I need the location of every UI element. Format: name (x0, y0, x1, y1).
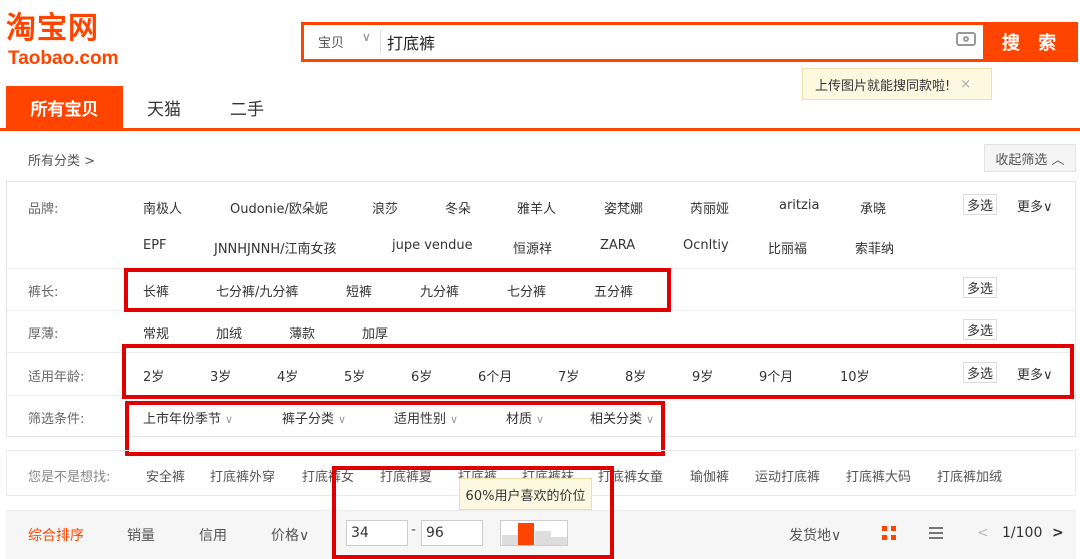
conditions-highlight-box (125, 401, 665, 456)
brand-label: 品牌: (28, 202, 59, 217)
brand-option[interactable]: 承晓 (860, 198, 886, 217)
length-label: 裤长: (28, 285, 59, 300)
suggestion-link[interactable]: 打底裤大码 (846, 466, 911, 485)
brand-multi-select-button[interactable]: 多选 (963, 194, 997, 215)
taobao-logo-en[interactable]: Taobao.com (8, 49, 119, 69)
tab-second-hand[interactable]: 二手 (230, 95, 264, 120)
sort-sales[interactable]: 销量 (127, 525, 155, 545)
prev-page-button[interactable]: < (977, 525, 989, 541)
suggestion-link[interactable]: 运动打底裤 (755, 466, 820, 485)
brand-option[interactable]: 恒源祥 (513, 238, 552, 257)
brand-option[interactable]: 雅羊人 (517, 198, 556, 217)
sort-credit[interactable]: 信用 (199, 525, 227, 545)
all-categories-link[interactable]: 所有分类 > (28, 150, 95, 169)
thickness-option[interactable]: 加厚 (362, 323, 388, 342)
tooltip-text: 上传图片就能搜同款啦! (815, 78, 951, 94)
search-input[interactable] (387, 28, 947, 56)
suggestion-link[interactable]: 安全裤 (146, 466, 185, 485)
length-highlight-box (124, 268, 671, 312)
next-page-button[interactable]: > (1052, 525, 1064, 541)
brand-option[interactable]: 姿梵娜 (604, 198, 643, 217)
age-label: 适用年龄: (28, 370, 85, 385)
brand-option[interactable]: EPF (143, 238, 167, 253)
brand-option[interactable]: 冬朵 (445, 198, 471, 217)
taobao-logo[interactable]: 淘宝网 (6, 12, 99, 46)
brand-option[interactable]: aritzia (779, 198, 819, 213)
search-category-select[interactable]: 宝贝 (318, 32, 344, 51)
grid-view-icon[interactable] (882, 526, 896, 540)
brand-more-button[interactable]: 更多∨ (1017, 196, 1053, 215)
search-separator (380, 30, 381, 54)
tabs-underline (0, 128, 1080, 131)
camera-icon[interactable] (956, 32, 976, 46)
ship-from-dropdown[interactable]: 发货地∨ (789, 525, 841, 545)
page-indicator: 1/100 (1002, 525, 1043, 541)
brand-option[interactable]: Ocnltiy (683, 238, 729, 253)
thickness-option[interactable]: 常规 (143, 323, 169, 342)
image-search-tooltip: 上传图片就能搜同款啦! × (802, 68, 992, 100)
suggestion-link[interactable]: 瑜伽裤 (690, 466, 729, 485)
brand-option[interactable]: Oudonie/欧朵妮 (230, 198, 328, 217)
collapse-filters-button[interactable]: 收起筛选 ︿ (984, 144, 1076, 172)
suggestion-label: 您是不是想找: (28, 470, 111, 485)
thickness-option[interactable]: 薄款 (289, 323, 315, 342)
length-multi-select-button[interactable]: 多选 (963, 277, 997, 298)
search-button[interactable]: 搜 索 (986, 22, 1078, 62)
conditions-label: 筛选条件: (28, 412, 85, 427)
chevron-down-icon[interactable]: ∨ (362, 30, 371, 44)
suggestion-link[interactable]: 打底裤加绒 (937, 466, 1002, 485)
price-highlight-box (332, 466, 614, 559)
brand-option[interactable]: 索菲纳 (855, 238, 894, 257)
thickness-option[interactable]: 加绒 (216, 323, 242, 342)
brand-option[interactable]: 南极人 (143, 198, 182, 217)
brand-option[interactable]: 比丽福 (768, 238, 807, 257)
brand-option[interactable]: JNNHJNNH/江南女孩 (214, 238, 337, 257)
brand-option[interactable]: ZARA (600, 238, 635, 253)
age-highlight-box (122, 344, 1074, 399)
tab-tmall[interactable]: 天猫 (147, 95, 181, 120)
suggestion-link[interactable]: 打底裤外穿 (210, 466, 275, 485)
close-icon[interactable]: × (960, 77, 971, 92)
sort-price[interactable]: 价格∨ (271, 525, 309, 545)
list-view-icon[interactable] (929, 527, 943, 539)
category-bar (6, 132, 1076, 182)
brand-option[interactable]: 芮丽娅 (690, 198, 729, 217)
tab-all-items[interactable]: 所有宝贝 (6, 86, 123, 128)
sort-default[interactable]: 综合排序 (28, 525, 84, 545)
thickness-multi-select-button[interactable]: 多选 (963, 319, 997, 340)
brand-option[interactable]: jupe vendue (392, 238, 473, 253)
brand-option[interactable]: 浪莎 (372, 198, 398, 217)
thickness-label: 厚薄: (28, 327, 59, 342)
